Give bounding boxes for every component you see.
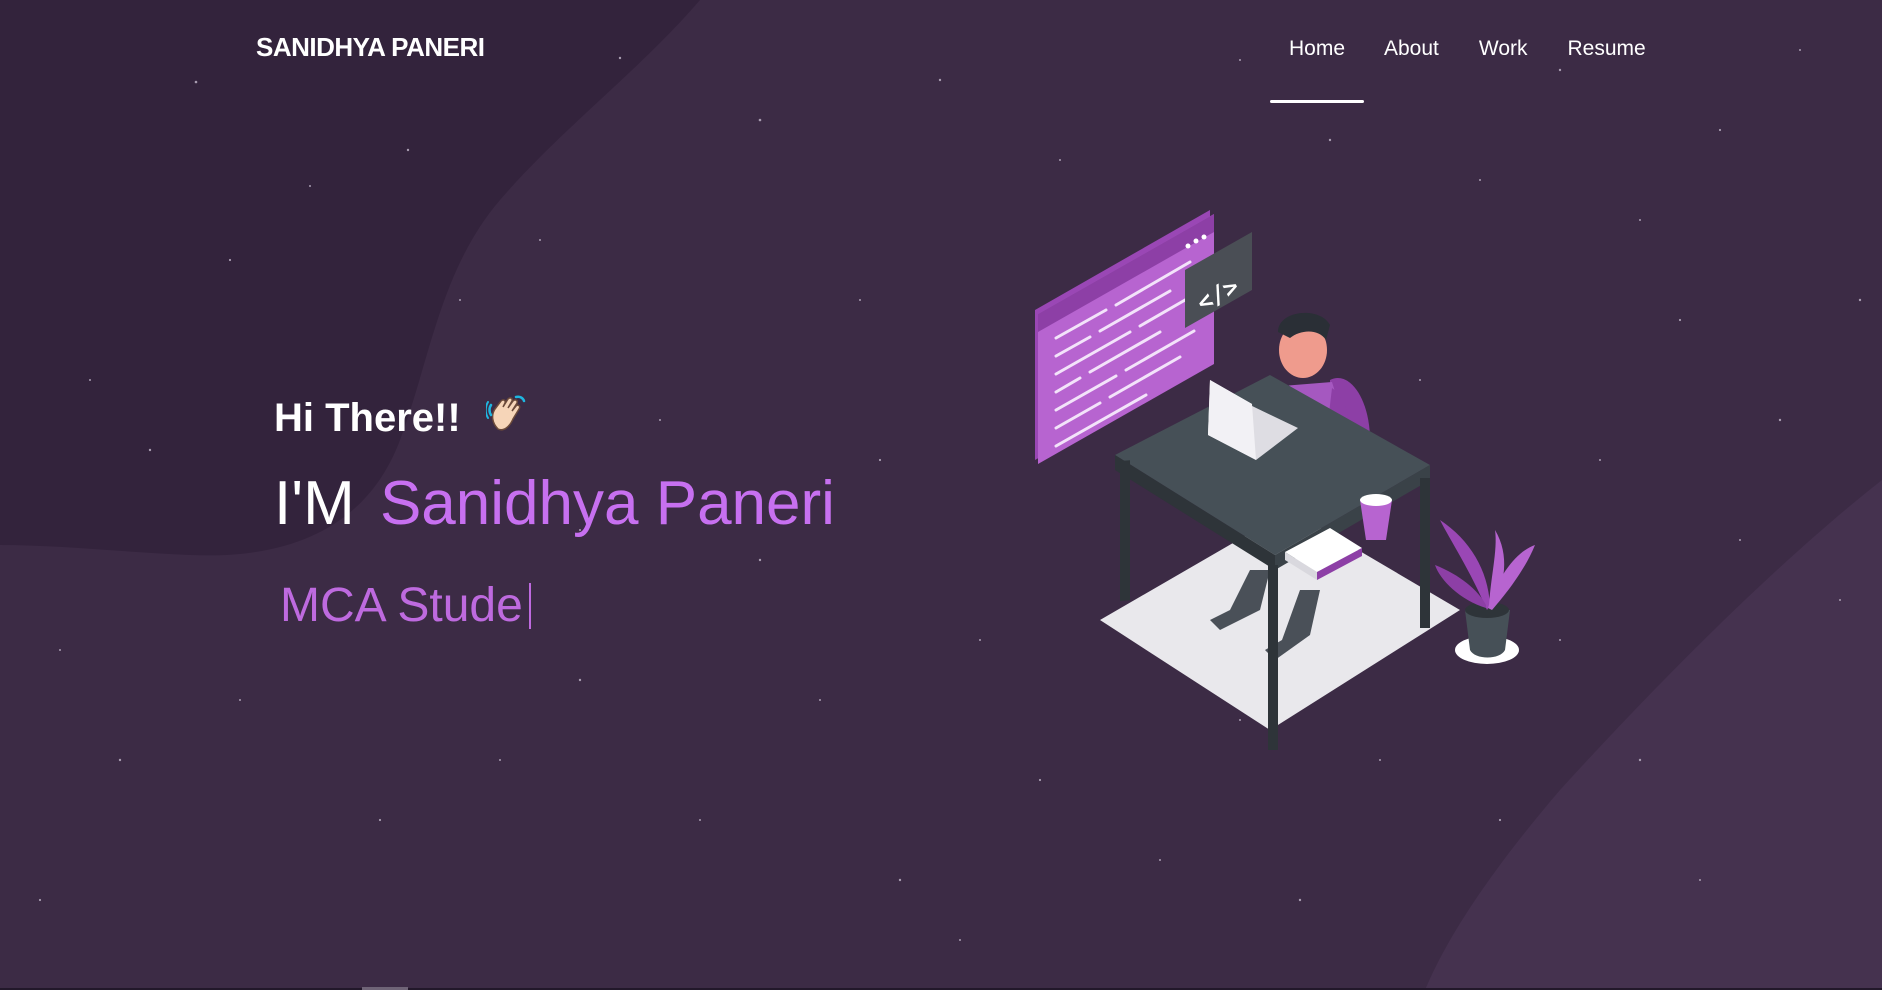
hero-name: Sanidhya Paneri [379,469,835,538]
intro-prefix: I'M [274,469,355,538]
potted-plant [1435,520,1535,664]
nav-item-home[interactable]: Home [1270,0,1364,103]
main-nav: Home About Work Resume [1270,0,1646,103]
typewriter-text: MCA Stude [280,578,531,633]
developer-at-desk-illustration: </> [1035,210,1535,750]
nav-item-work[interactable]: Work [1479,0,1528,103]
typed-text: MCA Stude [280,579,523,632]
hero-greeting: Hi There!! [274,393,528,445]
nav-item-about[interactable]: About [1384,0,1439,103]
typing-cursor [528,583,531,629]
hero-intro: I'M Sanidhya Paneri [274,468,835,539]
brand-logo[interactable]: SANIDHYA PANERI [256,32,485,63]
waving-hand-icon [484,393,528,445]
coffee-cup [1360,494,1392,540]
nav-item-resume[interactable]: Resume [1568,0,1646,103]
greeting-text: Hi There!! [274,396,461,440]
